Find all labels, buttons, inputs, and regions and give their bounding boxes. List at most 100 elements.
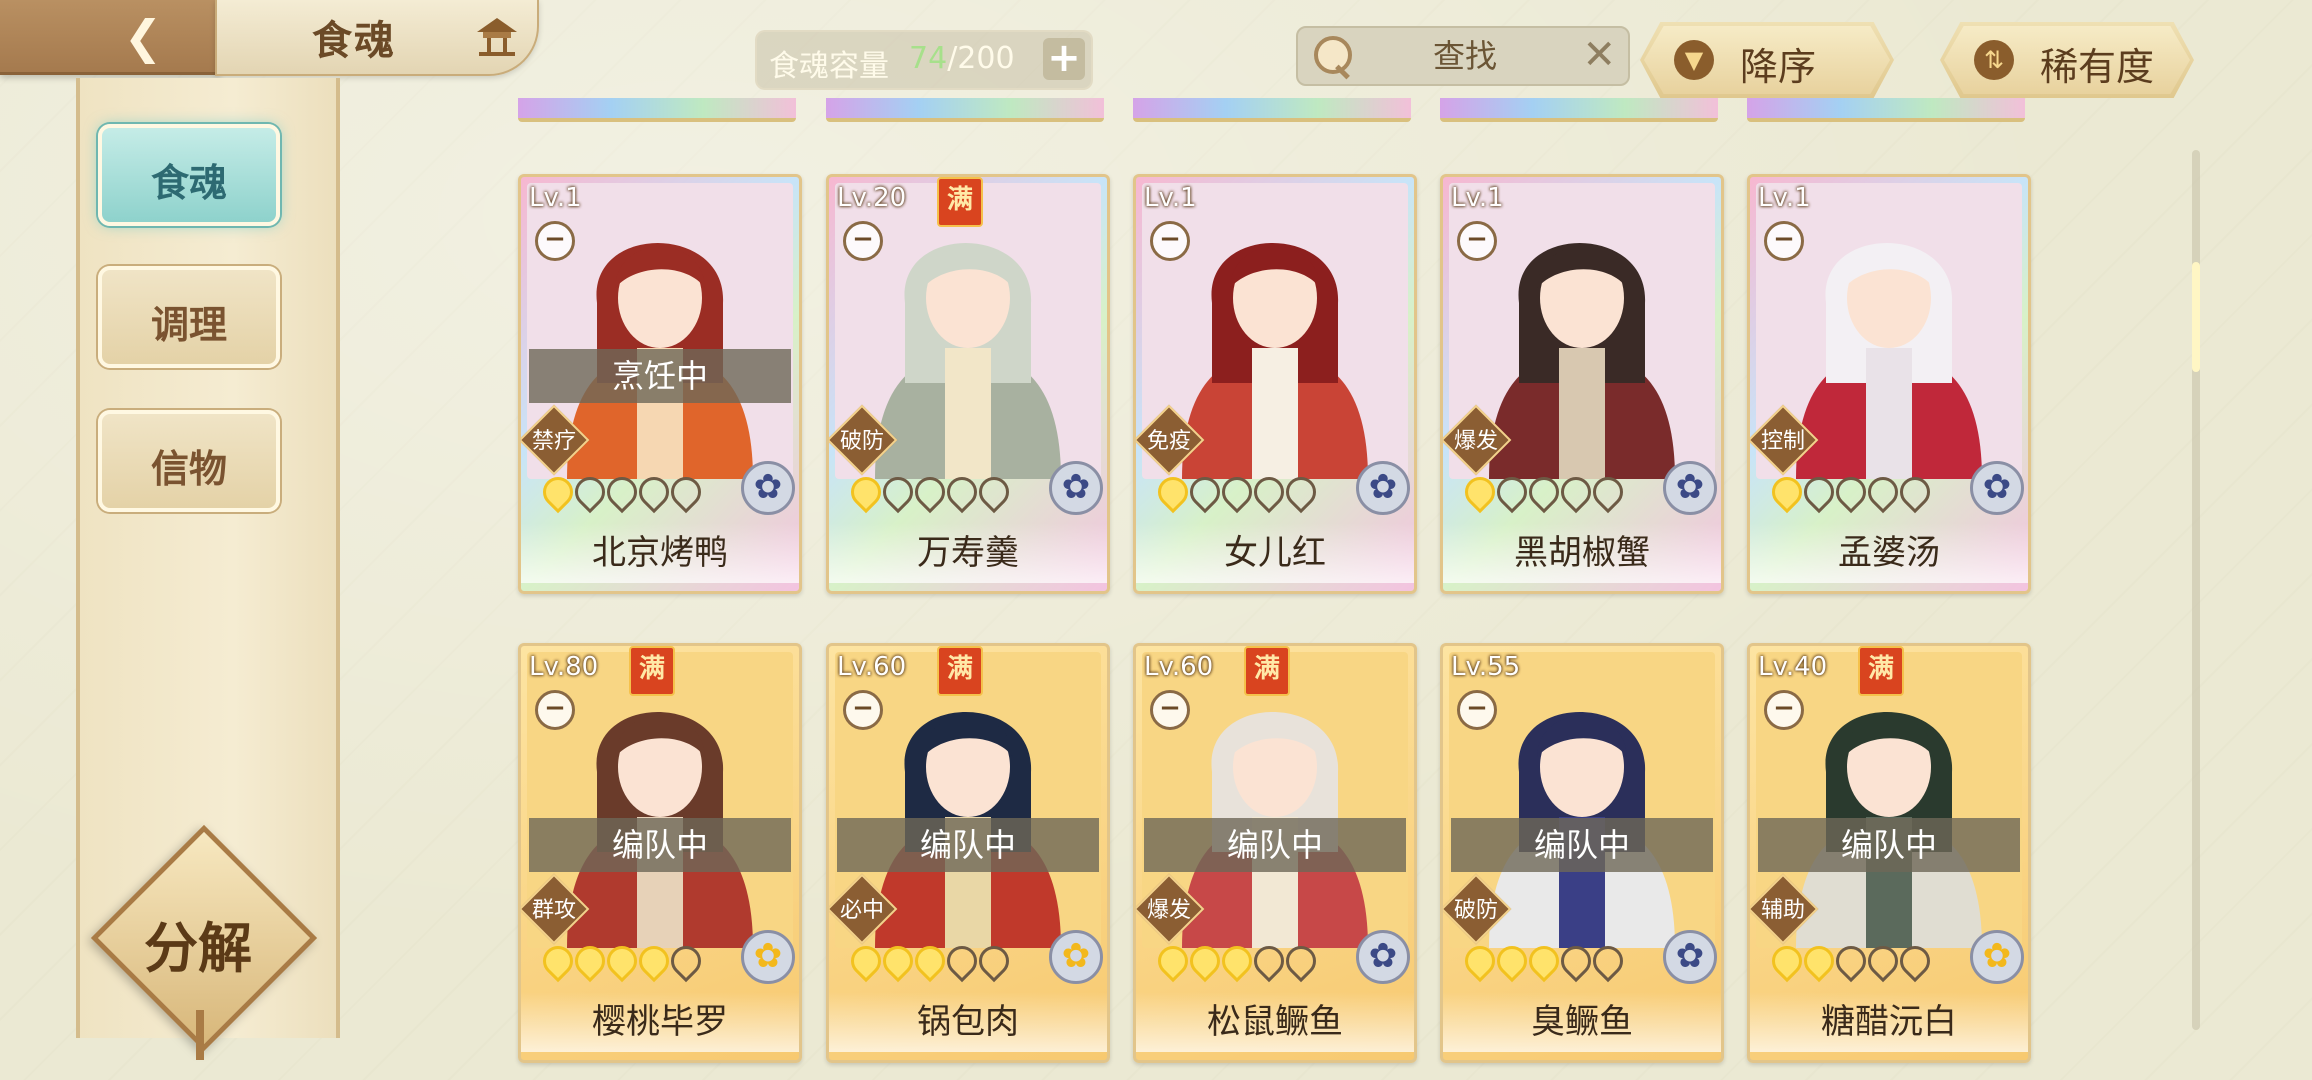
title-plate: 食魂 — [215, 0, 539, 76]
flame-star-icon — [600, 939, 644, 983]
character-name: 锅包肉 — [829, 992, 1107, 1052]
flame-star-icon — [876, 470, 920, 514]
minus-circle-icon[interactable]: − — [1457, 221, 1497, 261]
flame-star-icon — [568, 470, 612, 514]
scrollbar-thumb[interactable] — [2192, 262, 2200, 372]
status-overlay: 编队中 — [529, 818, 791, 872]
minus-circle-icon[interactable]: − — [843, 690, 883, 730]
food-soul-card[interactable]: Lv.60 满 − 编队中 必中 锅包肉 — [826, 643, 1110, 1063]
element-flower-icon — [1356, 930, 1410, 984]
partial-card[interactable] — [1747, 98, 2025, 122]
add-capacity-button[interactable]: + — [1043, 38, 1085, 80]
decompose-label: 分解 — [144, 916, 252, 980]
food-soul-card[interactable]: Lv.1 − 控制 孟婆汤 — [1747, 174, 2031, 594]
flame-star-icon — [1522, 939, 1566, 983]
trait-label: 爆发 — [1146, 898, 1191, 923]
back-button[interactable]: ❮ — [0, 0, 220, 75]
trait-badge: 爆发 — [1443, 404, 1512, 476]
minus-circle-icon[interactable]: − — [1457, 690, 1497, 730]
element-flower-icon — [1970, 461, 2024, 515]
sort-by-button[interactable]: ⇅ 稀有度 — [1940, 22, 2194, 98]
flame-star-icon — [1765, 939, 1809, 983]
minus-circle-icon[interactable]: − — [535, 221, 575, 261]
trait-badge: 破防 — [829, 404, 898, 476]
food-soul-card[interactable]: Lv.1 − 烹饪中 禁疗 北京烤鸭 — [518, 174, 802, 594]
star-rating — [536, 470, 708, 514]
minus-circle-icon[interactable]: − — [535, 690, 575, 730]
flame-star-icon — [1183, 939, 1227, 983]
minus-circle-icon[interactable]: − — [1764, 221, 1804, 261]
status-overlay: 编队中 — [1144, 818, 1406, 872]
element-flower-icon — [1049, 930, 1103, 984]
tab-food-soul-label: 食魂 — [150, 160, 227, 205]
partial-card[interactable] — [826, 98, 1104, 122]
minus-circle-icon[interactable]: − — [1150, 690, 1190, 730]
flame-star-icon — [1586, 470, 1630, 514]
level-label: Lv.80 — [529, 652, 599, 682]
minus-circle-icon[interactable]: − — [843, 221, 883, 261]
star-rating — [536, 939, 708, 983]
flame-star-icon — [1490, 939, 1534, 983]
trait-label: 免疫 — [1146, 429, 1191, 454]
scrollbar[interactable] — [2192, 150, 2200, 1030]
tab-food-soul[interactable]: 食魂 — [98, 124, 280, 226]
character-name: 万寿羹 — [829, 523, 1107, 583]
status-overlay: 编队中 — [1451, 818, 1713, 872]
food-soul-card[interactable]: Lv.80 满 − 编队中 群攻 樱桃毕罗 — [518, 643, 802, 1063]
partial-card[interactable] — [518, 98, 796, 122]
star-rating — [844, 470, 1016, 514]
tab-tokens-label: 信物 — [150, 446, 227, 491]
food-soul-card[interactable]: Lv.55 − 编队中 破防 臭鳜鱼 — [1440, 643, 1724, 1063]
trait-badge: 破防 — [1443, 873, 1512, 945]
food-soul-card[interactable]: Lv.1 − 免疫 女儿红 — [1133, 174, 1417, 594]
character-name: 北京烤鸭 — [521, 523, 799, 583]
level-label: Lv.55 — [1451, 652, 1521, 682]
flame-star-icon — [664, 470, 708, 514]
capacity-label: 食魂容量 — [769, 49, 889, 84]
flame-star-icon — [1554, 939, 1598, 983]
food-soul-card[interactable]: Lv.60 满 − 编队中 爆发 松鼠鳜鱼 — [1133, 643, 1417, 1063]
flame-star-icon — [568, 939, 612, 983]
decompose-tassel — [196, 1010, 204, 1060]
trait-label: 必中 — [839, 898, 884, 923]
capacity-max: /200 — [947, 41, 1015, 76]
trait-label: 破防 — [839, 429, 884, 454]
trait-label: 辅助 — [1760, 898, 1805, 923]
flame-star-icon — [1458, 470, 1502, 514]
flame-star-icon — [1151, 470, 1195, 514]
status-overlay: 编队中 — [1758, 818, 2020, 872]
level-label: Lv.20 — [837, 183, 907, 213]
max-level-badge: 满 — [937, 177, 983, 227]
flame-star-icon — [876, 939, 920, 983]
flame-star-icon — [1247, 939, 1291, 983]
character-name: 女儿红 — [1136, 523, 1414, 583]
element-flower-icon — [1970, 930, 2024, 984]
flame-star-icon — [1829, 470, 1873, 514]
element-flower-icon — [1049, 461, 1103, 515]
flame-star-icon — [1586, 939, 1630, 983]
partial-card[interactable] — [1440, 98, 1718, 122]
trait-label: 爆发 — [1453, 429, 1498, 454]
flame-star-icon — [1279, 939, 1323, 983]
tab-conditioning[interactable]: 调理 — [98, 266, 280, 368]
food-soul-card[interactable]: Lv.1 − 爆发 黑胡椒蟹 — [1440, 174, 1724, 594]
food-soul-card[interactable]: Lv.20 满 − 破防 万寿羹 — [826, 174, 1110, 594]
trait-label: 禁疗 — [531, 429, 576, 454]
minus-circle-icon[interactable]: − — [1150, 221, 1190, 261]
trait-badge: 辅助 — [1750, 873, 1819, 945]
status-overlay: 编队中 — [837, 818, 1099, 872]
search-box: ✕ — [1296, 26, 1630, 86]
level-label: Lv.60 — [1144, 652, 1214, 682]
max-level-badge: 满 — [1858, 646, 1904, 696]
clear-search-icon[interactable]: ✕ — [1582, 32, 1616, 78]
flame-star-icon — [1522, 470, 1566, 514]
star-rating — [1151, 470, 1323, 514]
partial-card[interactable] — [1133, 98, 1411, 122]
minus-circle-icon[interactable]: − — [1764, 690, 1804, 730]
element-flower-icon — [1356, 461, 1410, 515]
search-input[interactable] — [1358, 34, 1572, 78]
sort-order-button[interactable]: ▼ 降序 — [1640, 22, 1894, 98]
flame-star-icon — [1490, 470, 1534, 514]
tab-tokens[interactable]: 信物 — [98, 410, 280, 512]
food-soul-card[interactable]: Lv.40 满 − 编队中 辅助 糖醋沅白 — [1747, 643, 2031, 1063]
